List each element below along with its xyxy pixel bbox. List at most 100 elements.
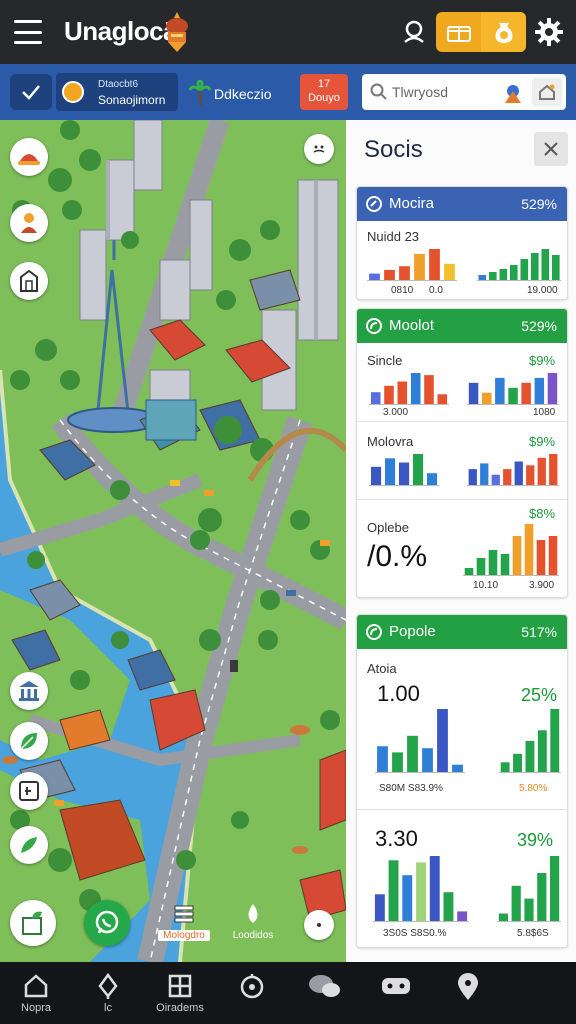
chart-bar <box>537 873 547 922</box>
chart-bar <box>444 263 455 281</box>
search-bar <box>362 74 566 110</box>
chart-bar <box>537 457 546 486</box>
leaf-tag-icon <box>366 318 382 334</box>
chart-bar <box>402 875 413 922</box>
hamburger-menu-icon[interactable] <box>14 20 42 44</box>
coin-bag-icon <box>495 23 512 43</box>
map-compass-button[interactable] <box>304 134 334 164</box>
bar-chart-left <box>369 373 449 405</box>
coin-shop-button[interactable] <box>481 12 526 52</box>
chart-bar <box>369 273 380 281</box>
menu-lines-icon <box>174 905 194 923</box>
chart-bar <box>500 554 510 576</box>
row-percent: $9% <box>529 434 556 449</box>
axis-label: 5.80% <box>519 783 548 794</box>
map-museum-button[interactable] <box>10 672 48 710</box>
gamepad-icon <box>382 978 410 994</box>
panel-header: Socis <box>346 120 576 178</box>
nav-location[interactable] <box>432 962 504 1024</box>
nav-label: lc <box>104 1002 112 1014</box>
nav-home[interactable]: Nopra <box>0 962 72 1024</box>
map-citizen-button[interactable] <box>10 204 48 242</box>
row-percent: 39% <box>517 830 554 850</box>
search-input[interactable] <box>392 82 502 102</box>
map-zoom-button[interactable] <box>304 910 334 940</box>
chart-bar <box>452 764 463 773</box>
chart-bar <box>468 382 479 405</box>
stat-card-moolot[interactable]: Moolot 529% Sincle $9% 3.000 1080 Molovr… <box>356 308 568 598</box>
axis-label: 1080 <box>533 407 556 418</box>
chat-icon <box>309 975 340 997</box>
bar-chart-left <box>375 709 465 773</box>
nav-grid[interactable]: Oiradems <box>144 962 216 1024</box>
day-counter-badge[interactable]: 17 Douyo <box>300 74 348 110</box>
axis-label: 5.8$6S <box>517 928 549 939</box>
axis-label: S80M S83.9% <box>379 783 443 794</box>
chart-bar <box>371 466 382 486</box>
map-building-button[interactable] <box>10 262 48 300</box>
stat-card-popole[interactable]: Popole 517% Atoia 1.00 25% S80M S83.9% 5… <box>356 614 568 948</box>
map-tool-chip-2[interactable]: Loodidos <box>226 902 280 941</box>
home-icon <box>24 974 48 998</box>
chart-bar <box>410 373 421 405</box>
nav-games[interactable] <box>360 962 432 1024</box>
nav-compass[interactable] <box>216 962 288 1024</box>
close-panel-button[interactable] <box>534 132 568 166</box>
compass-icon <box>240 974 264 999</box>
chart-bar <box>510 265 518 281</box>
hat-icon <box>18 154 40 165</box>
treasure-chest-button[interactable] <box>436 12 481 52</box>
stat-row: Molovra $9% <box>357 421 567 499</box>
city-info-card[interactable]: Dtaocbt6 Sonaojimorn <box>56 73 178 111</box>
chart-bar <box>392 752 403 773</box>
chart-bar <box>443 892 454 922</box>
district-label: Ddkeczio <box>214 86 272 102</box>
row-big-value: 3.30 <box>375 826 418 851</box>
chat-bubble-icon <box>95 910 119 934</box>
row-label: Sincle <box>367 353 403 368</box>
chart-bar <box>416 862 426 922</box>
chart-bar <box>550 709 560 773</box>
search-home-button[interactable] <box>532 78 562 106</box>
stat-row: 3.30 39% 3S0S S8S0.% 5.8$6S <box>357 809 567 947</box>
leaf-tag-icon <box>366 624 382 640</box>
stats-panel: Socis Mocira 529% Nuidd 23 0810 0.0 19.0… <box>346 120 576 962</box>
museum-icon <box>19 681 39 701</box>
confirm-button[interactable] <box>10 74 52 110</box>
whatsapp-chat-button[interactable] <box>84 900 130 946</box>
city-status-bar: Dtaocbt6 Sonaojimorn Ddkeczio 17 Douyo <box>0 64 576 120</box>
settings-gear-icon[interactable] <box>534 17 564 47</box>
card-percent: 529% <box>521 318 557 334</box>
axis-label: 3S0S S8S0.% <box>383 928 447 939</box>
map-tool-chip-2-label: Loodidos <box>232 930 274 941</box>
chart-bar <box>457 911 468 922</box>
chart-bar <box>427 473 438 486</box>
chart-bar <box>429 856 440 922</box>
map-tool-chip-1[interactable]: Mologdro <box>158 902 210 941</box>
map-info-button[interactable] <box>10 772 48 810</box>
chart-bar <box>491 474 500 486</box>
chart-bar <box>384 385 394 405</box>
map-eco-button[interactable] <box>10 900 56 946</box>
map-hat-button[interactable] <box>10 138 48 176</box>
row-big-value: /0.% <box>367 540 428 573</box>
stat-card-mocira[interactable]: Mocira 529% Nuidd 23 0810 0.0 19.000 <box>356 186 568 300</box>
user-profile-icon[interactable] <box>400 18 428 46</box>
map-leaf-button[interactable] <box>10 722 48 760</box>
chart-bar <box>399 266 410 281</box>
row-label: Nuidd 23 <box>367 229 420 244</box>
palm-tree-icon <box>188 80 212 106</box>
rewards-button-group <box>436 12 526 52</box>
chart-bar <box>508 387 518 405</box>
card-percent: 529% <box>521 196 557 212</box>
leaf-icon <box>20 733 37 750</box>
city-map[interactable]: Mologdro Loodidos <box>0 120 346 962</box>
nav-chat[interactable] <box>288 962 360 1024</box>
nav-nature[interactable]: lc <box>72 962 144 1024</box>
bar-chart-right <box>467 373 559 405</box>
map-tool-chip-1-label: Mologdro <box>158 930 210 941</box>
chart-bar <box>429 249 440 281</box>
chart-bar <box>500 762 510 773</box>
card-name: Moolot <box>389 317 435 334</box>
map-feather-button[interactable] <box>10 826 48 864</box>
